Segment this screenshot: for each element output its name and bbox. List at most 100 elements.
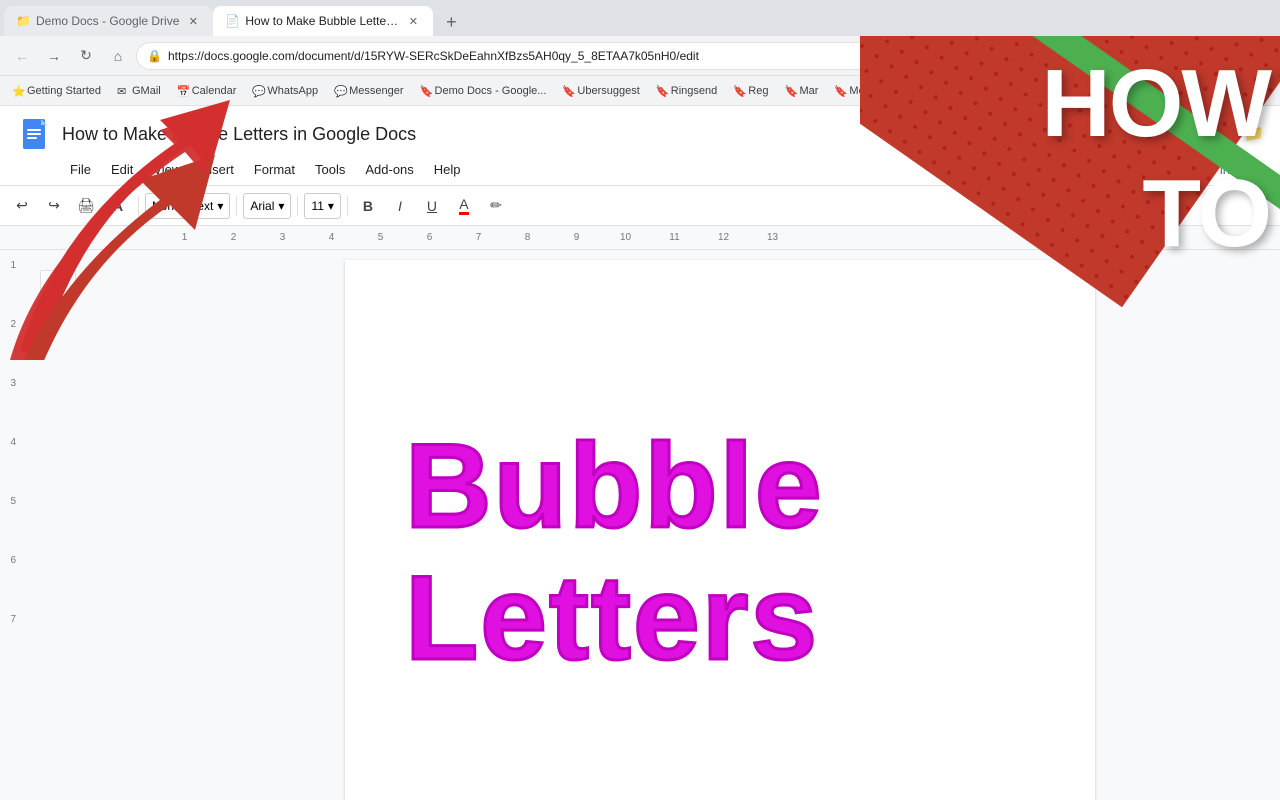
ruler-mark-6: 6 bbox=[405, 232, 454, 243]
browser-frame: 📁 Demo Docs - Google Drive ✕ 📄 How to Ma… bbox=[0, 0, 1280, 720]
bookmark-favicon-10: 🔖 bbox=[784, 85, 796, 97]
tab1-close[interactable]: ✕ bbox=[185, 13, 201, 29]
docs-app-icon bbox=[16, 114, 52, 154]
docs-content: 1 2 3 4 5 6 7 ☰ Bubble Letters bbox=[0, 250, 1280, 800]
ruler-mark-2: 2 bbox=[209, 232, 258, 243]
nav-bar: ← → ↻ ⌂ 🔒 https://docs.google.com/docume… bbox=[0, 36, 1280, 76]
bookmark-med[interactable]: 🔖 Med 202... bbox=[830, 83, 905, 99]
menu-view[interactable]: View bbox=[145, 158, 189, 181]
highlight-button[interactable]: ✏ bbox=[482, 192, 510, 220]
redo-icon: ↪ bbox=[48, 197, 60, 214]
undo-icon: ↩ bbox=[16, 197, 28, 214]
bookmark-label-8: Ringsend bbox=[671, 85, 717, 97]
page-num-6: 6 bbox=[10, 555, 16, 566]
document-scroll-area[interactable]: Bubble Letters bbox=[160, 250, 1280, 800]
bookmark-whatsapp[interactable]: 💬 WhatsApp bbox=[248, 83, 322, 99]
bookmark-label-4: WhatsApp bbox=[267, 85, 318, 97]
paint-icon: A bbox=[113, 198, 123, 214]
bubble-letters-text[interactable]: Bubble Letters bbox=[405, 420, 1035, 684]
redo-button[interactable]: ↪ bbox=[40, 192, 68, 220]
document-page: Bubble Letters bbox=[345, 260, 1095, 800]
home-icon: ⌂ bbox=[114, 48, 122, 64]
text-style-label: Normal text bbox=[152, 199, 213, 213]
text-color-icon: A bbox=[459, 196, 468, 215]
text-style-chevron-icon: ▾ bbox=[217, 199, 223, 213]
bookmark-ubersuggest[interactable]: 🔖 Ubersuggest bbox=[558, 83, 643, 99]
font-select[interactable]: Arial ▾ bbox=[243, 193, 291, 219]
menu-edit[interactable]: Edit bbox=[103, 158, 141, 181]
bookmark-ringsend[interactable]: 🔖 Ringsend bbox=[652, 83, 721, 99]
bookmark-label-3: Calendar bbox=[192, 85, 237, 97]
ruler-mark-9: 9 bbox=[552, 232, 601, 243]
tab2-favicon: 📄 bbox=[225, 14, 239, 28]
bold-button[interactable]: B bbox=[354, 192, 382, 220]
home-button[interactable]: ⌂ bbox=[104, 42, 132, 70]
bookmarks-bar: ⭐ Getting Started ✉ GMail 📅 Calendar 💬 W… bbox=[0, 76, 1280, 106]
menu-file[interactable]: File bbox=[62, 158, 99, 181]
table-of-contents-icon[interactable]: ☰ bbox=[40, 270, 76, 306]
bookmark-favicon-3: 📅 bbox=[177, 85, 189, 97]
font-size-label: 11 bbox=[311, 199, 323, 213]
bookmark-getting-started[interactable]: ⭐ Getting Started bbox=[8, 83, 105, 99]
font-chevron-icon: ▾ bbox=[278, 199, 284, 213]
bookmark-label-5: Messenger bbox=[349, 85, 403, 97]
tab-1[interactable]: 📁 Demo Docs - Google Drive ✕ bbox=[4, 6, 213, 36]
saved-status: All changes saved in Drive bbox=[1111, 162, 1264, 177]
bookmark-label-6: Demo Docs - Google... bbox=[435, 85, 547, 97]
bookmark-label-10: Mar bbox=[799, 85, 818, 97]
italic-button[interactable]: I bbox=[386, 192, 414, 220]
toolbar-divider-4 bbox=[347, 196, 348, 216]
text-style-select[interactable]: Normal text ▾ bbox=[145, 193, 230, 219]
bookmark-calendar[interactable]: 📅 Calendar bbox=[173, 83, 241, 99]
font-size-chevron-icon: ▾ bbox=[328, 199, 334, 213]
menu-insert[interactable]: Insert bbox=[193, 158, 242, 181]
bookmark-favicon-5: 💬 bbox=[334, 85, 346, 97]
menu-addons[interactable]: Add-ons bbox=[357, 158, 421, 181]
ruler-numbers: 1 2 3 4 5 6 7 8 9 10 11 12 13 bbox=[160, 232, 797, 243]
reload-button[interactable]: ↻ bbox=[72, 42, 100, 70]
ruler-mark-12: 12 bbox=[699, 232, 748, 243]
bookmark-favicon-7: 🔖 bbox=[562, 85, 574, 97]
lock-icon: 🔒 bbox=[147, 49, 162, 63]
page-title[interactable]: How to Make Bubble Letters in Google Doc… bbox=[62, 124, 1208, 145]
ruler-mark-11: 11 bbox=[650, 232, 699, 243]
tab-2[interactable]: 📄 How to Make Bubble Letters ... ✕ bbox=[213, 6, 433, 36]
menu-tools[interactable]: Tools bbox=[307, 158, 353, 181]
toolbar-divider-2 bbox=[236, 196, 237, 216]
forward-button[interactable]: → bbox=[40, 42, 68, 70]
toolbar-divider-3 bbox=[297, 196, 298, 216]
back-button[interactable]: ← bbox=[8, 42, 36, 70]
bookmark-reg[interactable]: 🔖 Reg bbox=[729, 83, 772, 99]
paint-format-button[interactable]: A bbox=[104, 192, 132, 220]
menu-format[interactable]: Format bbox=[246, 158, 303, 181]
bookmark-messenger[interactable]: 💬 Messenger bbox=[330, 83, 407, 99]
page-num-7: 7 bbox=[10, 614, 16, 625]
address-bar[interactable]: 🔒 https://docs.google.com/document/d/15R… bbox=[136, 42, 1272, 70]
menu-help[interactable]: Help bbox=[426, 158, 469, 181]
tab2-close[interactable]: ✕ bbox=[405, 13, 421, 29]
bookmark-mar[interactable]: 🔖 Mar bbox=[780, 83, 822, 99]
bookmark-label-7: Ubersuggest bbox=[577, 85, 639, 97]
bookmark-favicon-11: 🔖 bbox=[834, 85, 846, 97]
bookmark-label-11: Med 202... bbox=[849, 85, 901, 97]
new-tab-button[interactable]: + bbox=[437, 8, 465, 36]
docs-menu-row: File Edit View Insert Format Tools Add-o… bbox=[16, 158, 1264, 181]
bookmark-favicon-8: 🔖 bbox=[656, 85, 668, 97]
ruler-mark-1: 1 bbox=[160, 232, 209, 243]
ruler-mark-10: 10 bbox=[601, 232, 650, 243]
print-button[interactable]: 🖨 bbox=[72, 192, 100, 220]
move-to-folder-button[interactable]: 📁 bbox=[1244, 124, 1264, 144]
star-button[interactable]: ☆ bbox=[1218, 124, 1234, 145]
bookmark-demo-docs[interactable]: 🔖 Demo Docs - Google... bbox=[416, 83, 551, 99]
ruler: 1 2 3 4 5 6 7 8 9 10 11 12 13 bbox=[0, 226, 1280, 250]
ruler-mark-4: 4 bbox=[307, 232, 356, 243]
highlight-icon: ✏ bbox=[490, 197, 502, 214]
text-color-button[interactable]: A bbox=[450, 192, 478, 220]
undo-button[interactable]: ↩ bbox=[8, 192, 36, 220]
tab1-title: Demo Docs - Google Drive bbox=[36, 14, 179, 28]
bookmark-label-1: Getting Started bbox=[27, 85, 101, 97]
left-sidebar: 1 2 3 4 5 6 7 ☰ bbox=[0, 250, 160, 800]
bookmark-gmail[interactable]: ✉ GMail bbox=[113, 83, 165, 99]
underline-button[interactable]: U bbox=[418, 192, 446, 220]
font-size-select[interactable]: 11 ▾ bbox=[304, 193, 341, 219]
